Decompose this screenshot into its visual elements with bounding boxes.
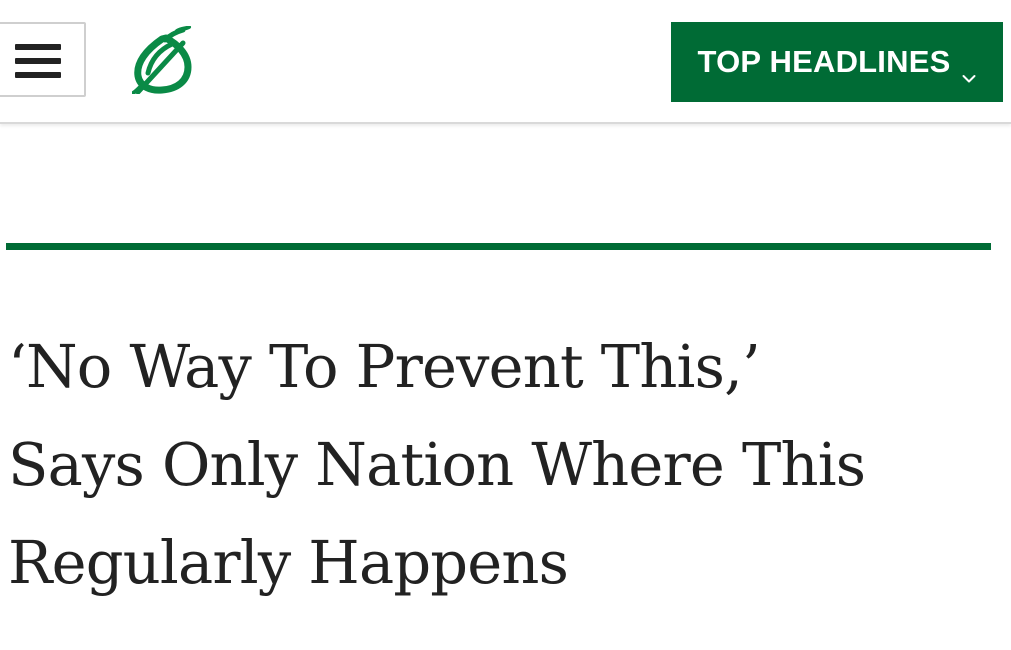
top-headlines-label: TOP HEADLINES [697,44,951,79]
headline-line: Regularly Happens [8,528,569,597]
article-headline: ‘No Way To Prevent This,’ Says Only Nati… [8,318,1003,612]
page: TOP HEADLINES ‘No Way To Prevent This,’ … [0,0,1011,650]
headline-line: Says Only Nation Where This [8,430,866,499]
chevron-down-icon [962,56,976,83]
top-headlines-button[interactable]: TOP HEADLINES [671,22,1003,102]
onion-logo-icon[interactable] [131,25,198,95]
menu-button[interactable] [0,22,86,97]
headline-line: ‘No Way To Prevent This,’ [8,332,761,401]
site-header: TOP HEADLINES [0,0,1011,124]
section-divider [6,243,991,250]
